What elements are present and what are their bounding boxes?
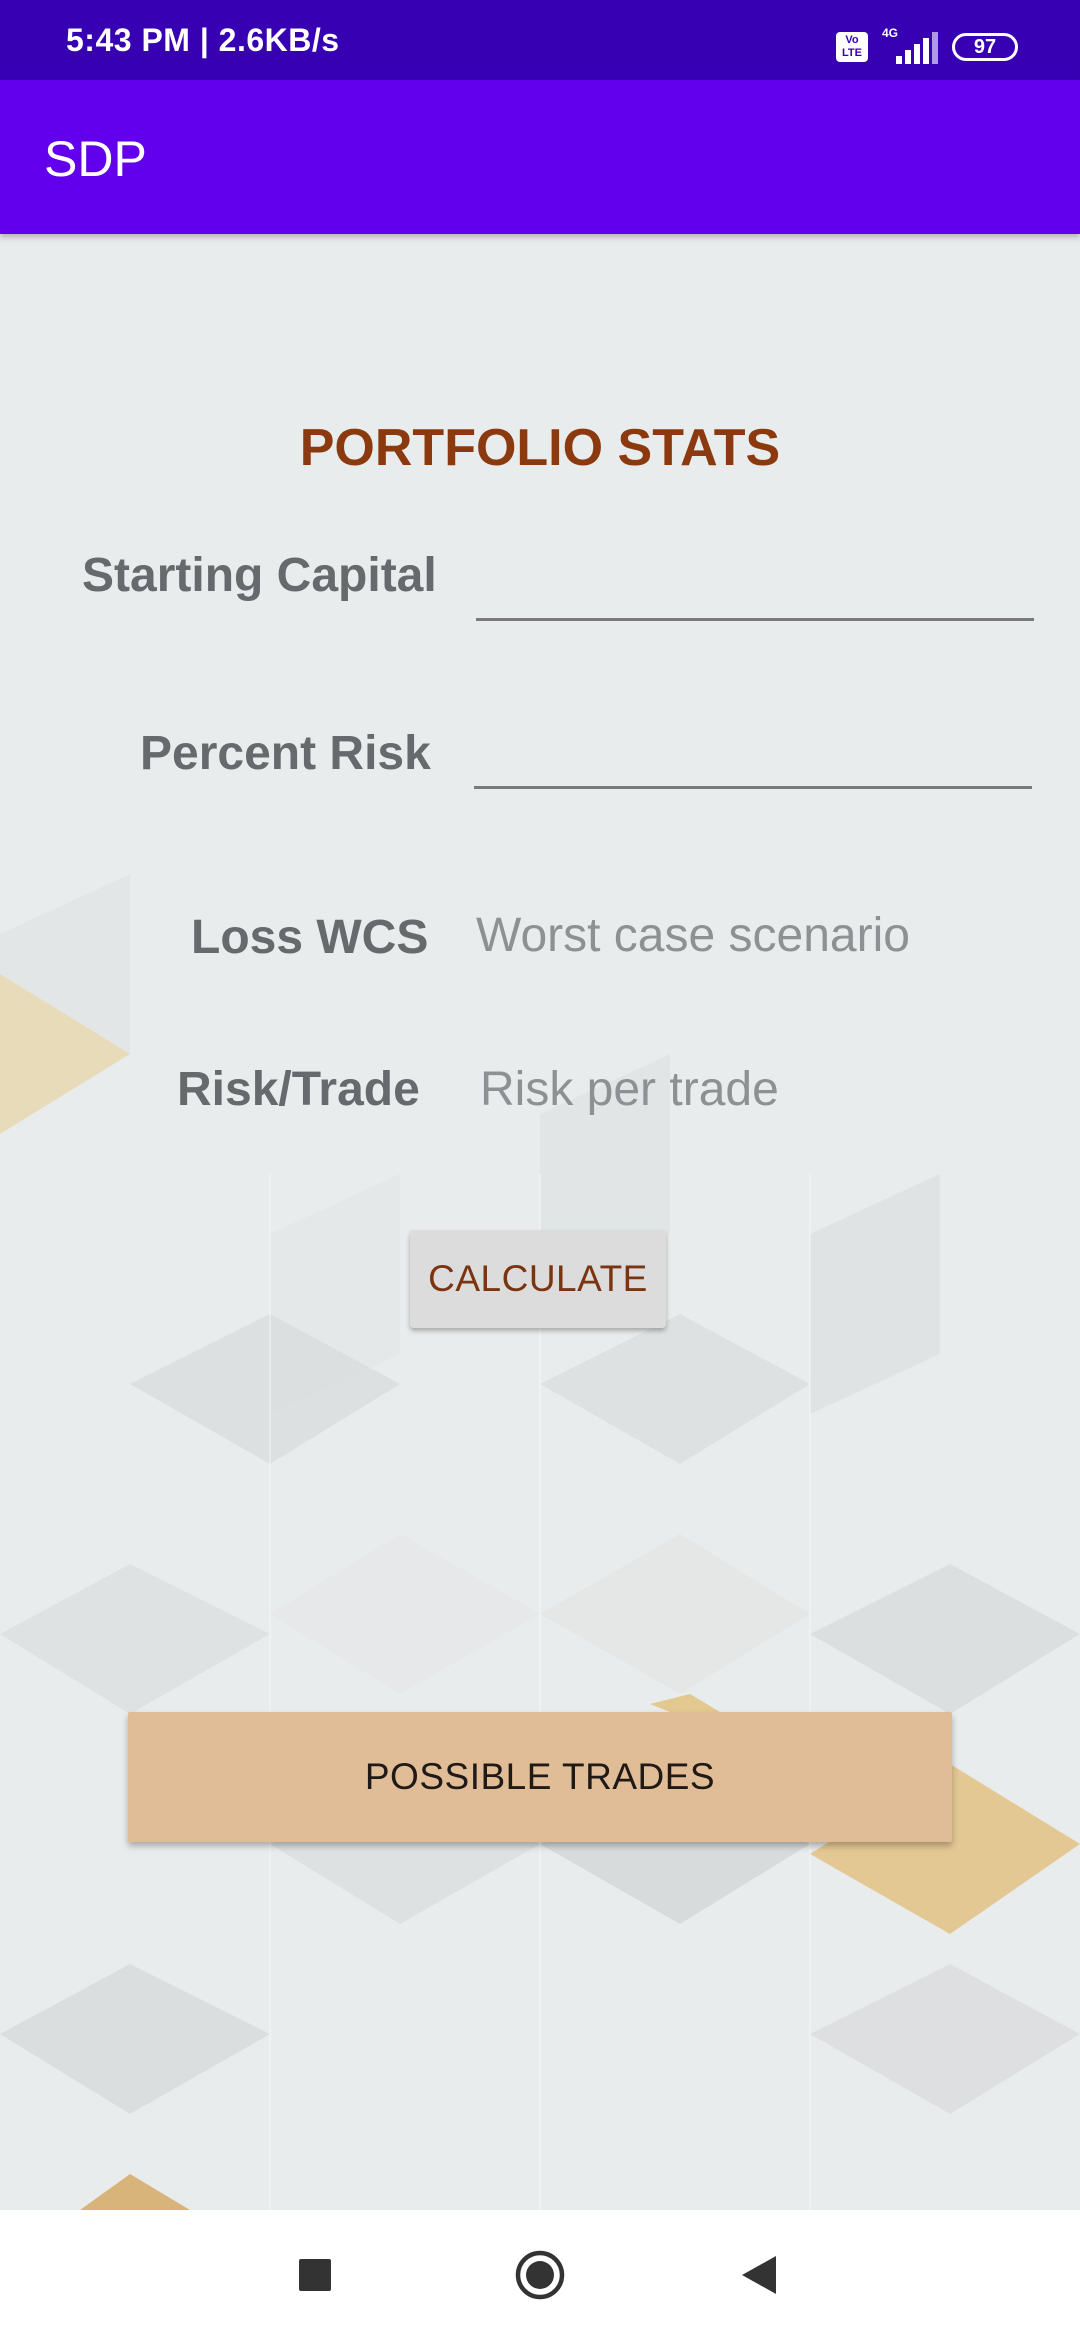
starting-capital-underline xyxy=(476,618,1034,621)
possible-trades-button[interactable]: POSSIBLE TRADES xyxy=(128,1712,952,1842)
back-triangle-icon[interactable] xyxy=(728,2242,794,2308)
section-title: PORTFOLIO STATS xyxy=(299,419,781,477)
portfolio-form: PORTFOLIO STATS Starting Capital Percent… xyxy=(0,234,1080,2210)
risk-trade-label: Risk/Trade xyxy=(177,1063,420,1116)
recents-square-icon[interactable] xyxy=(282,2242,348,2308)
navigation-bar xyxy=(0,2210,1080,2340)
calculate-button[interactable]: CALCULATE xyxy=(410,1230,666,1328)
starting-capital-input[interactable] xyxy=(476,534,1036,616)
screen: 5:43 PM | 2.6KB/s Vo LTE 4G 97 SDP PORTF… xyxy=(0,0,1080,2340)
loss-wcs-value: Worst case scenario xyxy=(476,909,910,962)
status-time: 5:43 PM | 2.6KB/s xyxy=(66,22,340,58)
signal-icon: 4G xyxy=(882,26,938,64)
network-type-label: 4G xyxy=(882,26,899,40)
app-bar: SDP xyxy=(0,80,1080,234)
starting-capital-label: Starting Capital xyxy=(82,549,437,602)
app-title: SDP xyxy=(44,131,147,187)
status-bar: 5:43 PM | 2.6KB/s Vo LTE 4G 97 xyxy=(0,0,1080,80)
status-icons: Vo LTE 4G 97 xyxy=(836,26,1018,64)
percent-risk-input[interactable] xyxy=(474,704,1034,786)
percent-risk-underline xyxy=(474,786,1032,789)
home-circle-icon[interactable] xyxy=(507,2242,573,2308)
risk-trade-value: Risk per trade xyxy=(480,1063,779,1116)
percent-risk-label: Percent Risk xyxy=(140,727,431,780)
battery-icon: 97 xyxy=(952,33,1018,61)
loss-wcs-label: Loss WCS xyxy=(191,911,429,964)
volte-icon: Vo LTE xyxy=(836,32,868,62)
